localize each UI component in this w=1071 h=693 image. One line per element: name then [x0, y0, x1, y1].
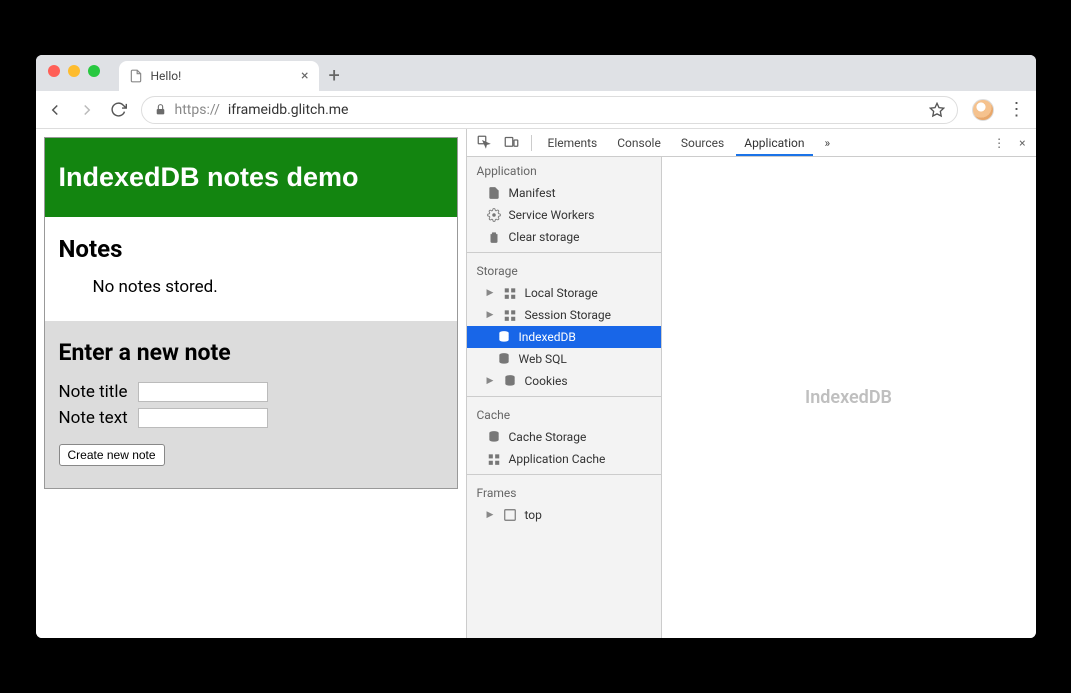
window-zoom-button[interactable] — [88, 65, 100, 77]
note-text-label: Note text — [59, 408, 128, 428]
devtools-tabs-overflow[interactable]: » — [817, 130, 839, 156]
sidebar-item-manifest[interactable]: Manifest — [467, 182, 661, 204]
window-controls — [48, 65, 100, 77]
page-icon — [129, 69, 143, 83]
content-area: IndexedDB notes demo Notes No notes stor… — [36, 129, 1036, 638]
sidebar-section-frames: Frames — [467, 479, 661, 504]
devtools-menu-button[interactable]: ⋮ — [989, 136, 1009, 150]
devtools-tab-console[interactable]: Console — [609, 130, 669, 156]
application-sidebar: Application Manifest Service Workers Cle… — [467, 157, 662, 638]
address-bar[interactable]: https:// iframeidb.glitch.me — [141, 96, 958, 124]
toolbar: https:// iframeidb.glitch.me ⋮ — [36, 91, 1036, 129]
form-heading: Enter a new note — [59, 339, 443, 366]
demo-app: IndexedDB notes demo Notes No notes stor… — [44, 137, 458, 489]
sidebar-item-frame-top[interactable]: ▶ top — [467, 504, 661, 526]
url-host: iframeidb.glitch.me — [228, 102, 349, 118]
page-title: IndexedDB notes demo — [45, 138, 457, 217]
sidebar-item-session-storage[interactable]: ▶ Session Storage — [467, 304, 661, 326]
devtools-tabbar: Elements Console Sources Application » ⋮… — [467, 129, 1036, 157]
expand-icon: ▶ — [487, 288, 495, 298]
sidebar-item-web-sql[interactable]: Web SQL — [467, 348, 661, 370]
main-pane-placeholder: IndexedDB — [805, 387, 892, 408]
sidebar-section-storage: Storage — [467, 257, 661, 282]
browser-tab[interactable]: Hello! × — [119, 61, 319, 91]
devtools-close-button[interactable]: × — [1015, 136, 1029, 150]
note-text-input[interactable] — [138, 408, 268, 428]
sidebar-item-indexeddb[interactable]: IndexedDB — [467, 326, 661, 348]
sidebar-item-cache-storage[interactable]: Cache Storage — [467, 426, 661, 448]
sidebar-item-local-storage[interactable]: ▶ Local Storage — [467, 282, 661, 304]
devtools-tab-elements[interactable]: Elements — [540, 130, 606, 156]
window-close-button[interactable] — [48, 65, 60, 77]
tab-close-button[interactable]: × — [301, 68, 308, 84]
url-protocol: https:// — [175, 102, 220, 118]
sidebar-item-clear-storage[interactable]: Clear storage — [467, 226, 661, 248]
new-tab-button[interactable]: + — [329, 63, 340, 87]
sidebar-item-service-workers[interactable]: Service Workers — [467, 204, 661, 226]
sidebar-item-cookies[interactable]: ▶ Cookies — [467, 370, 661, 392]
browser-menu-button[interactable]: ⋮ — [1008, 99, 1026, 120]
notes-empty-message: No notes stored. — [93, 277, 443, 297]
page-viewport: IndexedDB notes demo Notes No notes stor… — [36, 129, 466, 638]
tab-title: Hello! — [151, 69, 182, 83]
notes-heading: Notes — [59, 235, 443, 263]
bookmark-star-icon[interactable] — [929, 102, 945, 118]
note-title-input[interactable] — [138, 382, 268, 402]
create-note-button[interactable]: Create new note — [59, 444, 165, 466]
browser-window: Hello! × + https:// iframeidb.glitch.me ⋮ — [36, 55, 1036, 638]
device-toolbar-icon[interactable] — [500, 135, 523, 150]
new-note-form: Enter a new note Note title Note text Cr… — [45, 321, 457, 488]
sidebar-section-cache: Cache — [467, 401, 661, 426]
inspect-element-icon[interactable] — [473, 135, 496, 150]
expand-icon: ▶ — [487, 510, 495, 520]
forward-button[interactable] — [78, 101, 96, 119]
window-minimize-button[interactable] — [68, 65, 80, 77]
back-button[interactable] — [46, 101, 64, 119]
devtools-tab-application[interactable]: Application — [736, 130, 812, 156]
devtools-main-pane: IndexedDB — [662, 157, 1036, 638]
sidebar-section-application: Application — [467, 157, 661, 182]
lock-icon — [154, 103, 167, 116]
devtools-tab-sources[interactable]: Sources — [673, 130, 732, 156]
tab-strip: Hello! × + — [36, 55, 1036, 91]
expand-icon: ▶ — [487, 310, 495, 320]
expand-icon: ▶ — [487, 376, 495, 386]
reload-button[interactable] — [110, 101, 127, 118]
profile-avatar[interactable] — [972, 99, 994, 121]
note-title-label: Note title — [59, 382, 128, 402]
sidebar-item-application-cache[interactable]: Application Cache — [467, 448, 661, 470]
devtools-panel: Elements Console Sources Application » ⋮… — [466, 129, 1036, 638]
